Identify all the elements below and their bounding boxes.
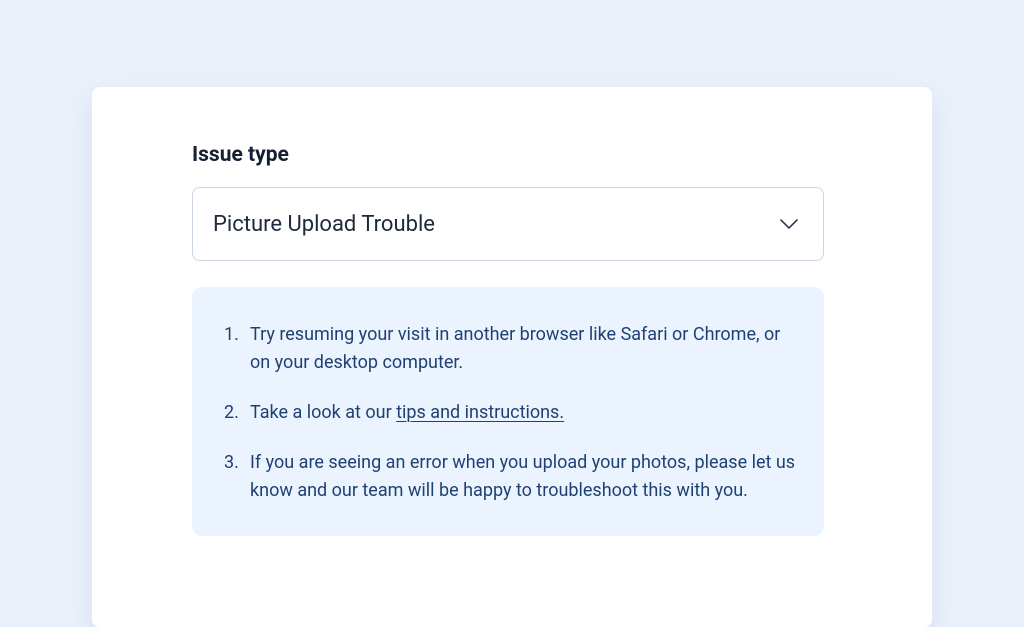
chevron-down-icon <box>779 218 799 230</box>
select-value: Picture Upload Trouble <box>213 212 435 237</box>
field-label-issue-type: Issue type <box>192 143 832 167</box>
list-item: Try resuming your visit in another brows… <box>220 321 796 377</box>
tips-list: Try resuming your visit in another brows… <box>220 321 796 504</box>
issue-type-select[interactable]: Picture Upload Trouble <box>192 187 824 261</box>
info-panel: Try resuming your visit in another brows… <box>192 287 824 536</box>
tip-prefix: Take a look at our <box>250 402 396 423</box>
tip-text: If you are seeing an error when you uplo… <box>250 452 795 501</box>
list-item: Take a look at our tips and instructions… <box>220 399 796 427</box>
form-card: Issue type Picture Upload Trouble Try re… <box>92 87 932 627</box>
list-item: If you are seeing an error when you uplo… <box>220 449 796 505</box>
tips-link[interactable]: tips and instructions. <box>396 402 564 423</box>
tip-text: Try resuming your visit in another brows… <box>250 324 780 373</box>
